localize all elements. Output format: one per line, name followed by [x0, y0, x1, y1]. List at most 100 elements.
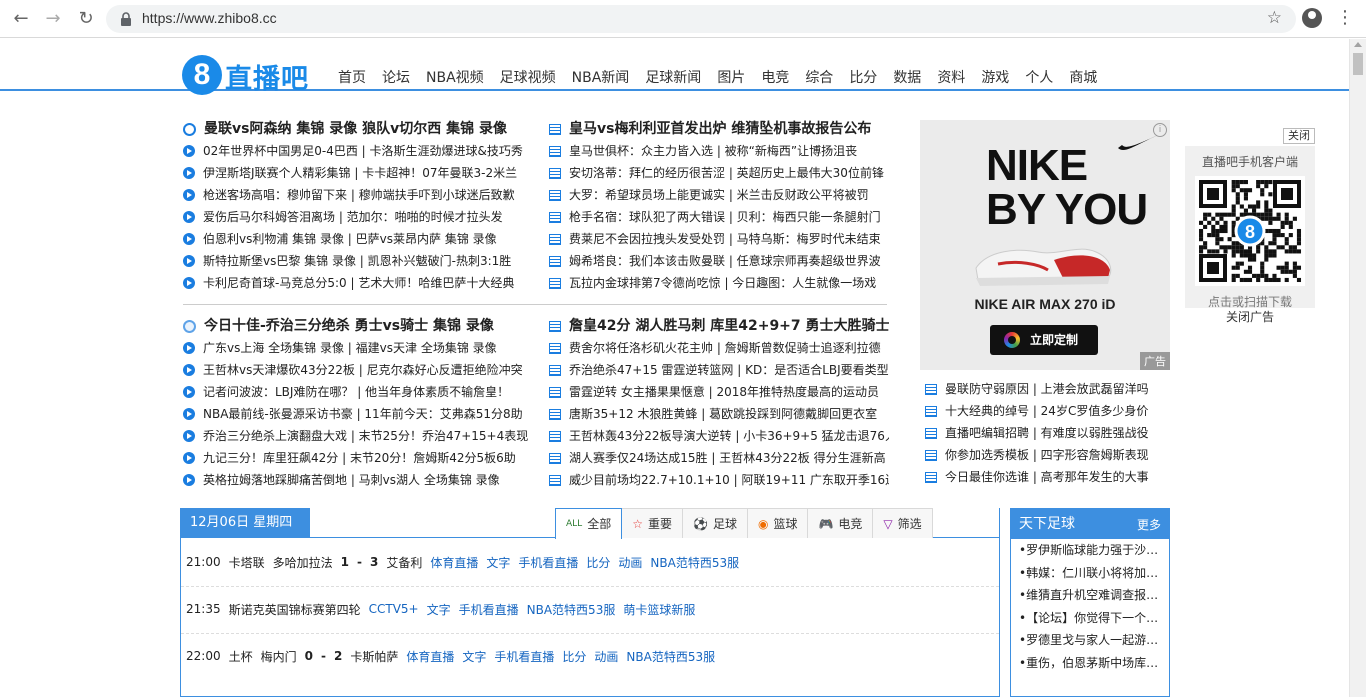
- news-item[interactable]: 王哲林vs天津爆砍43分22板 | 尼克尔森好心反遭拒绝险冲突: [183, 359, 528, 381]
- back-icon[interactable]: ←: [10, 8, 32, 30]
- schedule-link[interactable]: 手机看直播: [494, 648, 554, 665]
- nav-item[interactable]: NBA新闻: [572, 67, 630, 87]
- nav-item[interactable]: 论坛: [382, 67, 410, 87]
- scroll-up-icon[interactable]: [1354, 42, 1362, 47]
- world-football-item[interactable]: •罗德里戈与家人一起游玩…: [1011, 629, 1169, 652]
- news-item[interactable]: 费舍尔将任洛杉矶火花主帅 | 詹姆斯曾数促骑士追逐利拉德: [549, 337, 889, 359]
- schedule-link[interactable]: 比分: [562, 648, 586, 665]
- schedule-link[interactable]: 动画: [594, 648, 618, 665]
- news-item[interactable]: 02年世界杯中国男足0-4巴西 | 卡洛斯生涯劲爆进球&技巧秀: [183, 140, 528, 162]
- news-item[interactable]: 伊涅斯塔J联赛个人精彩集锦 | 卡卡超神！07年曼联3-2米兰: [183, 162, 528, 184]
- account-icon[interactable]: [1302, 8, 1322, 28]
- news-item[interactable]: NBA最前线-张曼源采访书豪 | 11年前今天：艾弗森51分8助: [183, 403, 528, 425]
- scrollbar-thumb[interactable]: [1353, 53, 1363, 75]
- news-item[interactable]: 唐斯35+12 木狼胜黄蜂 | 葛欧跳投踩到阿德戴脚回更衣室: [549, 403, 889, 425]
- nav-item[interactable]: 足球新闻: [645, 67, 701, 87]
- filter-tab[interactable]: 🎮 电竞: [808, 508, 874, 538]
- news-item[interactable]: 枪迷客场高唱：穆帅留下来 | 穆帅端扶手吓到小球迷后致歉: [183, 184, 528, 206]
- nav-item[interactable]: 足球视频: [500, 67, 556, 87]
- news-item[interactable]: 安切洛蒂：拜仁的经历很苦涩 | 英超历史上最伟大30位前锋: [549, 162, 889, 184]
- qr-close-button[interactable]: 关闭: [1283, 128, 1315, 144]
- page-scrollbar[interactable]: [1349, 39, 1366, 697]
- nav-item[interactable]: 比分: [849, 67, 877, 87]
- nav-item[interactable]: 综合: [805, 67, 833, 87]
- ad-cta-button[interactable]: 立即定制: [990, 325, 1098, 355]
- reload-icon[interactable]: ↻: [75, 8, 97, 30]
- world-football-item[interactable]: •重伤，伯恩茅斯中场库克…: [1011, 652, 1169, 675]
- schedule-link[interactable]: 文字: [486, 554, 510, 571]
- football-video-headline[interactable]: 曼联vs阿森纳 集锦 录像 狼队v切尔西 集锦 录像: [183, 118, 528, 140]
- news-item[interactable]: 瓦拉内金球排第7令德尚吃惊 | 今日趣图：人生就像一场戏: [549, 272, 889, 294]
- nav-item[interactable]: 电竞: [761, 67, 789, 87]
- schedule-link[interactable]: 手机看直播: [459, 601, 519, 618]
- filter-tab[interactable]: ALL 全部: [555, 508, 623, 539]
- nav-item[interactable]: 图片: [717, 67, 745, 87]
- schedule-link[interactable]: 萌卡篮球新服: [623, 601, 695, 618]
- news-item[interactable]: 伯恩利vs利物浦 集锦 录像 | 巴萨vs莱昂内萨 集锦 录像: [183, 228, 528, 250]
- schedule-link[interactable]: 体育直播: [406, 648, 454, 665]
- news-item[interactable]: 大罗：希望球员场上能更诚实 | 米兰击反财政公平将被罚: [549, 184, 889, 206]
- nav-item[interactable]: 游戏: [981, 67, 1009, 87]
- news-item[interactable]: 皇马世俱杯：众主力皆入选 | 被称“新梅西”让博扬沮丧: [549, 140, 889, 162]
- news-item[interactable]: 直播吧编辑招聘 | 有难度以弱胜强战役: [925, 422, 1170, 444]
- filter-tab[interactable]: ▽ 筛选: [873, 508, 933, 538]
- schedule-link[interactable]: 动画: [618, 554, 642, 571]
- filter-tab[interactable]: ⚽ 足球: [682, 508, 748, 538]
- news-item[interactable]: 记者问波波：LBJ难防在哪？ | 他当年身体素质不输詹皇！: [183, 381, 528, 403]
- schedule-link[interactable]: CCTV5+: [369, 602, 419, 616]
- news-item[interactable]: 乔治绝杀47+15 雷霆逆转篮网 | KD：是否适合LBJ要看类型: [549, 359, 889, 381]
- nike-ad-banner[interactable]: i NIKE BY YOU NIKE AIR MAX 270 iD 立即定制 广…: [920, 120, 1170, 370]
- more-link[interactable]: 更多: [1137, 510, 1161, 540]
- nba-news-headline[interactable]: 詹皇42分 湖人胜马刺 库里42+9+7 勇士大胜骑士: [549, 315, 889, 337]
- app-download-widget[interactable]: 直播吧手机客户端 8 点击或扫描下载: [1185, 146, 1315, 309]
- nav-item[interactable]: NBA视频: [426, 67, 484, 87]
- news-item[interactable]: 王哲林轰43分22板导演大逆转 | 小卡36+9+5 猛龙击退76人: [549, 425, 889, 447]
- nav-item[interactable]: 资料: [937, 67, 965, 87]
- schedule-link[interactable]: 文字: [427, 601, 451, 618]
- forward-icon[interactable]: →: [42, 8, 64, 30]
- nav-item[interactable]: 个人: [1025, 67, 1053, 87]
- world-football-item[interactable]: •韩媒：仁川联小将将加盟…: [1011, 562, 1169, 585]
- schedule-link[interactable]: 比分: [586, 554, 610, 571]
- url-text[interactable]: https://www.zhibo8.cc: [142, 10, 277, 26]
- nav-item[interactable]: 首页: [338, 67, 366, 87]
- nav-item[interactable]: 商城: [1069, 67, 1097, 87]
- news-item[interactable]: 爱伤后马尔科姆答泪离场 | 范加尔：啪啪的时候才拉头发: [183, 206, 528, 228]
- schedule-link[interactable]: 文字: [462, 648, 486, 665]
- football-news-headline[interactable]: 皇马vs梅利利亚首发出炉 维猜坠机事故报告公布: [549, 118, 889, 140]
- browser-menu-icon[interactable]: ⋮: [1336, 8, 1354, 28]
- schedule-date[interactable]: 12月06日 星期四: [180, 508, 310, 538]
- close-ad-link[interactable]: 关闭广告: [1185, 308, 1315, 325]
- news-item[interactable]: 十大经典的绰号 | 24岁C罗值多少身价: [925, 400, 1170, 422]
- qr-code-image[interactable]: 8: [1195, 176, 1305, 286]
- news-item[interactable]: 英格拉姆落地踩脚痛苦倒地 | 马刺vs湖人 全场集锦 录像: [183, 469, 528, 491]
- news-item[interactable]: 九记三分！库里狂飙42分 | 末节20分！詹姆斯42分5板6助: [183, 447, 528, 469]
- schedule-link[interactable]: NBA范特西53服: [527, 601, 616, 618]
- bookmark-star-icon[interactable]: ☆: [1267, 8, 1282, 28]
- news-item[interactable]: 雷霆逆转 女主播果果惬意 | 2018年推特热度最高的运动员: [549, 381, 889, 403]
- news-item[interactable]: 你参加选秀模板 | 四字形容詹姆斯表现: [925, 444, 1170, 466]
- world-football-item[interactable]: •罗伊斯临球能力强于沙尔…: [1011, 539, 1169, 562]
- schedule-link[interactable]: 手机看直播: [518, 554, 578, 571]
- schedule-link[interactable]: NBA范特西53服: [650, 554, 739, 571]
- filter-tab[interactable]: ◉ 篮球: [747, 508, 809, 538]
- news-item[interactable]: 费莱尼不会因拉拽头发受处罚 | 马特乌斯：梅罗时代未结束: [549, 228, 889, 250]
- news-item[interactable]: 今日最佳你选谁 | 高考那年发生的大事: [925, 466, 1170, 488]
- news-item[interactable]: 姆希塔良：我们本该击败曼联 | 任意球宗师再奏超级世界波: [549, 250, 889, 272]
- nav-item[interactable]: 数据: [893, 67, 921, 87]
- news-item[interactable]: 威少目前场均22.7+10.1+10 | 阿联19+11 广东取开季16连胜: [549, 469, 889, 491]
- news-item[interactable]: 乔治三分绝杀上演翻盘大戏 | 末节25分！乔治47+15+4表现: [183, 425, 528, 447]
- news-item[interactable]: 曼联防守弱原因 | 上港会放武磊留洋吗: [925, 378, 1170, 400]
- news-item[interactable]: 卡利尼奇首球-马竞总分5:0 | 艺术大师！哈维巴萨十大经典: [183, 272, 528, 294]
- world-football-item[interactable]: •【论坛】你觉得下一个获…: [1011, 607, 1169, 630]
- filter-tab[interactable]: ☆ 重要: [622, 508, 683, 538]
- schedule-link[interactable]: 体育直播: [430, 554, 478, 571]
- news-item[interactable]: 广东vs上海 全场集锦 录像 | 福建vs天津 全场集锦 录像: [183, 337, 528, 359]
- news-item[interactable]: 斯特拉斯堡vs巴黎 集锦 录像 | 凯恩补兴魃破门-热刺3:1胜: [183, 250, 528, 272]
- schedule-link[interactable]: NBA范特西53服: [626, 648, 715, 665]
- news-item[interactable]: 湖人赛季仅24场达成15胜 | 王哲林43分22板 得分生涯新高: [549, 447, 889, 469]
- news-item[interactable]: 枪手名宿：球队犯了两大错误 | 贝利：梅西只能一条腿射门: [549, 206, 889, 228]
- nba-video-headline[interactable]: 今日十佳-乔治三分绝杀 勇士vs骑士 集锦 录像: [183, 315, 528, 337]
- world-football-item[interactable]: •维猜直升机空难调查报告…: [1011, 584, 1169, 607]
- address-bar[interactable]: https://www.zhibo8.cc ☆: [106, 5, 1296, 33]
